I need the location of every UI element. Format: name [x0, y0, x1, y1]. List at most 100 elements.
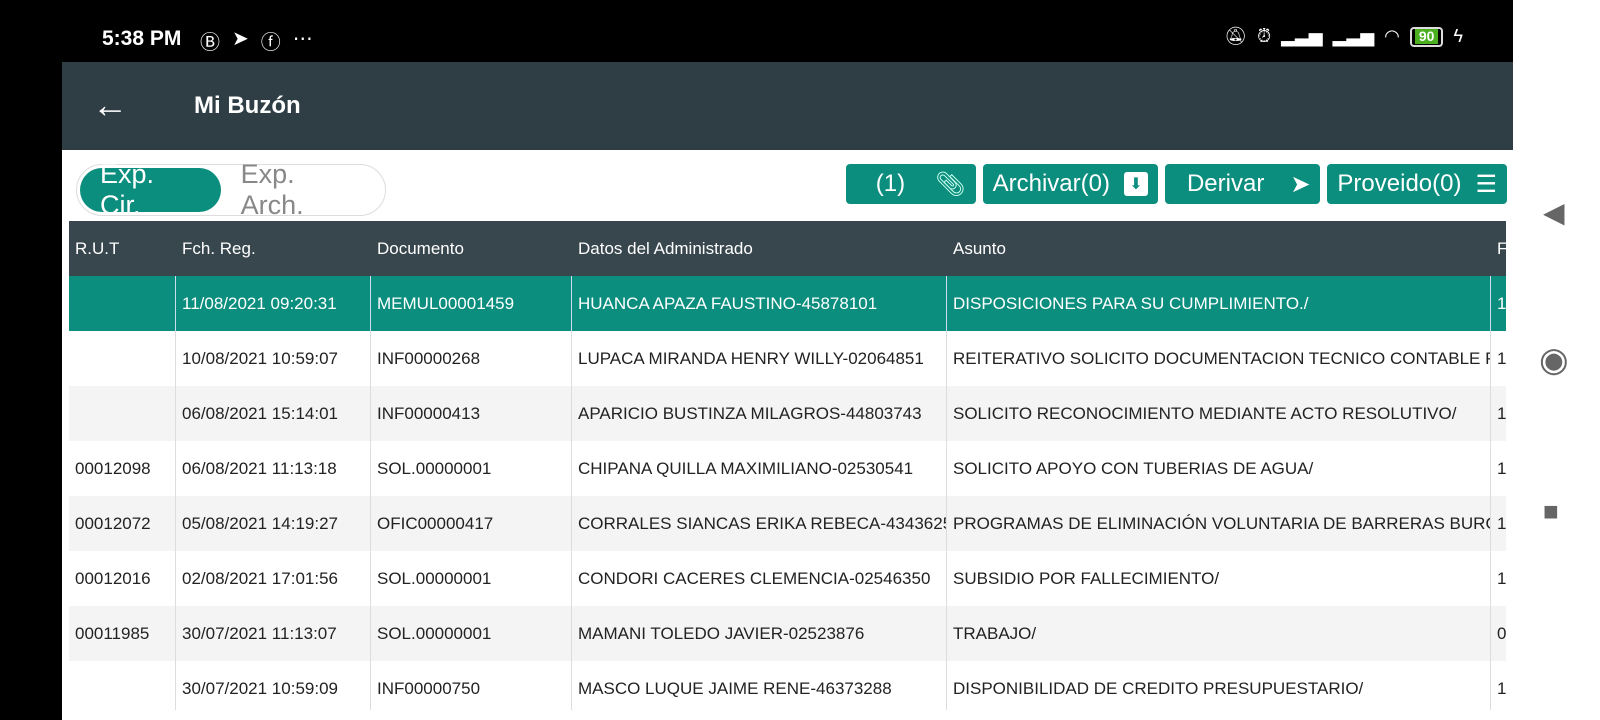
- archive-icon: ⬇: [1123, 172, 1148, 196]
- table-cell: 00011985: [69, 606, 176, 661]
- table-cell: MEMUL00001459: [371, 276, 572, 331]
- mute-icon: 🔕︎: [1224, 26, 1248, 46]
- checklist-icon: ☰: [1475, 170, 1497, 198]
- table-cell: TRABAJO/: [947, 606, 1491, 661]
- telegram-icon: ➤: [232, 28, 249, 50]
- facebook-icon: ⓕ: [260, 32, 281, 54]
- table-cell: INF00000413: [371, 386, 572, 441]
- table-cell: 02/08/2021 17:01:56: [176, 551, 371, 606]
- table-cell: 00012098: [69, 441, 176, 496]
- table-cell: DISPOSICIONES PARA SU CUMPLIMIENTO./: [947, 276, 1491, 331]
- wifi-icon: ◠: [1384, 26, 1400, 46]
- signal-icon: ▂▃▅: [1332, 26, 1375, 46]
- column-header[interactable]: Documento: [371, 221, 572, 276]
- status-bar: 5:38 PM Ⓑ ➤ ⓕ ⋯ 🔕︎ ⏰︎ ▂▃▅ ▂▃▅ ◠ 90 ϟ: [0, 0, 1513, 62]
- table-row[interactable]: 00012072 05/08/2021 14:19:27 OFIC00000417 C…: [69, 496, 1506, 551]
- table-cell: 11/08/2021 09:20:31: [176, 276, 371, 331]
- view-toggle: Exp. Cir. Exp. Arch.: [76, 159, 386, 220]
- nav-home-icon[interactable]: ◉: [1539, 340, 1569, 380]
- table-row[interactable]: 11/08/2021 09:20:31 MEMUL00001459 HUANCA A…: [69, 276, 1506, 331]
- attachments-button[interactable]: (1) 📎︎: [845, 164, 976, 204]
- table-cell: REITERATIVO SOLICITO DOCUMENTACION TECNI…: [947, 331, 1491, 386]
- inbox-table: R.U.T Fch. Reg. Documento Datos del Admi…: [69, 221, 1506, 710]
- table-cell: 0: [1497, 623, 1506, 643]
- table-cell: CORRALES SIANCAS ERIKA REBECA-43436259: [572, 496, 947, 551]
- table-cell: SOL.00000001: [371, 441, 572, 496]
- table-cell: INF00000268: [371, 331, 572, 386]
- android-nav-bar: ◀ ◉ ■: [1513, 0, 1600, 720]
- table-cell: 1: [1497, 678, 1506, 698]
- table-cell: CONDORI CACERES CLEMENCIA-02546350: [572, 551, 947, 606]
- archive-label: Archivar(0): [992, 170, 1110, 197]
- table-cell: 1: [1497, 513, 1506, 533]
- table-cell: [69, 276, 176, 331]
- table-cell: 1: [1497, 568, 1506, 588]
- b-icon: Ⓑ: [200, 32, 220, 54]
- table-cell: 06/08/2021 11:13:18: [176, 441, 371, 496]
- derivar-button[interactable]: Derivar ➤: [1164, 164, 1321, 204]
- table-cell: SUBSIDIO POR FALLECIMIENTO/: [947, 551, 1491, 606]
- battery-icon: 90: [1409, 26, 1444, 47]
- nav-back-icon[interactable]: ◀: [1543, 196, 1565, 229]
- signal-icon: ▂▃▅: [1281, 26, 1323, 46]
- table-cell: 30/07/2021 11:13:07: [176, 606, 371, 661]
- table-cell: PROGRAMAS DE ELIMINACIÓN VOLUNTARIA DE B…: [947, 496, 1491, 551]
- table-cell: 06/08/2021 15:14:01: [176, 386, 371, 441]
- charging-icon: ϟ: [1453, 26, 1463, 46]
- table-row[interactable]: 10/08/2021 10:59:07 INF00000268 LUPACA MIR…: [69, 331, 1506, 386]
- table-cell: [69, 661, 176, 710]
- table-cell: SOL.00000001: [371, 551, 572, 606]
- page-title: Mi Buzón: [194, 92, 301, 119]
- nav-recents-icon[interactable]: ■: [1543, 496, 1559, 527]
- archive-button[interactable]: Archivar(0) ⬇: [982, 164, 1158, 204]
- table-row[interactable]: 30/07/2021 10:59:09 INF00000750 MASCO LUQU…: [69, 661, 1506, 710]
- column-header[interactable]: Datos del Administrado: [572, 221, 947, 276]
- table-cell: SOLICITO RECONOCIMIENTO MEDIANTE ACTO RE…: [947, 386, 1491, 441]
- table-row[interactable]: 00012098 06/08/2021 11:13:18 SOL.00000001 C…: [69, 441, 1506, 496]
- more-icon: ⋯: [292, 28, 313, 50]
- proveido-button[interactable]: Proveido(0) ☰: [1327, 164, 1507, 204]
- table-row[interactable]: 00011985 30/07/2021 11:13:07 SOL.00000001 M…: [69, 606, 1506, 661]
- table-cell: DISPONIBILIDAD DE CREDITO PRESUPUESTARIO…: [947, 661, 1491, 710]
- table-cell: 00012072: [69, 496, 176, 551]
- tab-exp-cir[interactable]: Exp. Cir.: [80, 159, 221, 220]
- table-cell: 05/08/2021 14:19:27: [176, 496, 371, 551]
- table-cell: 1: [1497, 293, 1506, 313]
- table-cell: LUPACA MIRANDA HENRY WILLY-02064851: [572, 331, 947, 386]
- table-cell: INF00000750: [371, 661, 572, 710]
- paperclip-icon: 📎︎: [935, 170, 966, 198]
- column-header[interactable]: R.U.T: [69, 221, 176, 276]
- table-cell: 1: [1497, 348, 1506, 368]
- table-cell: [69, 331, 176, 386]
- table-cell: HUANCA APAZA FAUSTINO-45878101: [572, 276, 947, 331]
- app-window: ← Mi Buzón Exp. Cir. Exp. Arch. (1) 📎︎ Ar…: [62, 62, 1513, 720]
- table-cell: 1: [1497, 458, 1506, 478]
- table-header: R.U.T Fch. Reg. Documento Datos del Admi…: [69, 221, 1506, 276]
- clock: 5:38 PM: [102, 27, 182, 50]
- table-cell: SOL.00000001: [371, 606, 572, 661]
- table-cell: APARICIO BUSTINZA MILAGROS-44803743: [572, 386, 947, 441]
- send-icon: ➤: [1290, 170, 1311, 198]
- attachments-label: (1): [875, 170, 906, 197]
- table-cell: 00012016: [69, 551, 176, 606]
- app-bar: ← Mi Buzón: [62, 62, 1513, 150]
- table-row[interactable]: 00012016 02/08/2021 17:01:56 SOL.00000001 C…: [69, 551, 1506, 606]
- table-cell: [69, 386, 176, 441]
- battery-level: 90: [1414, 29, 1439, 44]
- table-cell: OFIC00000417: [371, 496, 572, 551]
- tab-exp-arch[interactable]: Exp. Arch.: [221, 159, 382, 220]
- back-arrow-icon[interactable]: ←: [92, 84, 128, 126]
- column-header[interactable]: Fch. Reg.: [176, 221, 371, 276]
- table-cell: 30/07/2021 10:59:09: [176, 661, 371, 710]
- alarm-icon: ⏰︎: [1257, 26, 1272, 46]
- table-row[interactable]: 06/08/2021 15:14:01 INF00000413 APARICIO B…: [69, 386, 1506, 441]
- proveido-label: Proveido(0): [1337, 170, 1462, 197]
- column-header[interactable]: Fe: [1491, 221, 1506, 276]
- derivar-label: Derivar: [1186, 170, 1265, 197]
- table-cell: MAMANI TOLEDO JAVIER-02523876: [572, 606, 947, 661]
- column-header[interactable]: Asunto: [947, 221, 1491, 276]
- table-cell: MASCO LUQUE JAIME RENE-46373288: [572, 661, 947, 710]
- table-cell: CHIPANA QUILLA MAXIMILIANO-02530541: [572, 441, 947, 496]
- table-cell: 10/08/2021 10:59:07: [176, 331, 371, 386]
- table-cell: SOLICITO APOYO CON TUBERIAS DE AGUA/: [947, 441, 1491, 496]
